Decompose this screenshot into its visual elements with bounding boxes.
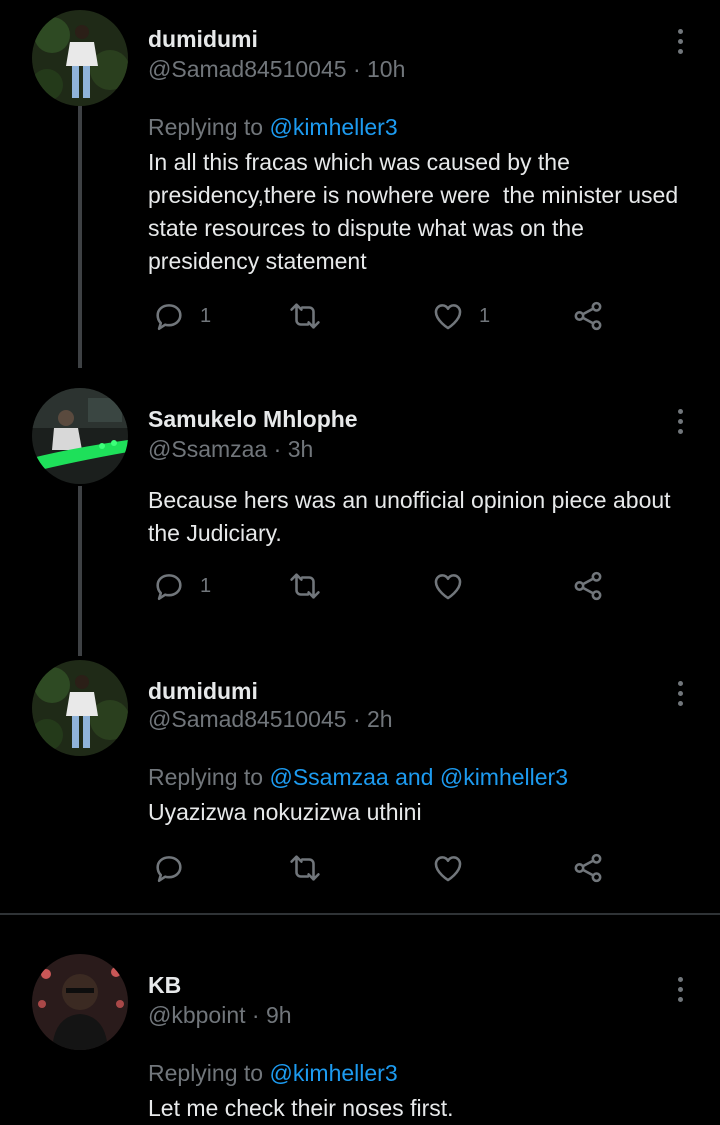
retweet-button[interactable] [288, 850, 322, 886]
reply-button[interactable] [152, 850, 186, 886]
conversation-divider [0, 913, 720, 915]
tweet-3[interactable]: dumidumi @Samad84510045 · 2h Replying to… [0, 652, 720, 914]
display-name[interactable]: Samukelo Mhlophe [148, 406, 358, 433]
reply-icon [156, 574, 182, 601]
replying-to-link[interactable]: @kimheller3 [269, 114, 397, 140]
avatar[interactable] [32, 954, 128, 1050]
handle[interactable]: @Ssamzaa [148, 436, 267, 462]
display-name[interactable]: dumidumi [148, 26, 258, 53]
replying-to-link[interactable]: @Ssamzaa and @kimheller3 [269, 764, 568, 790]
avatar[interactable] [32, 660, 128, 756]
share-icon [574, 853, 602, 883]
share-button[interactable] [571, 850, 605, 886]
replying-to: Replying to @kimheller3 [148, 1060, 398, 1087]
replying-prefix: Replying to [148, 764, 270, 790]
tweet-1[interactable]: dumidumi @Samad84510045 · 10h Replying t… [0, 0, 720, 380]
handle-time: @Samad84510045 · 2h [148, 706, 393, 733]
tweet-2[interactable]: Samukelo Mhlophe @Ssamzaa · 3h Because h… [0, 380, 720, 652]
timestamp[interactable]: 10h [367, 56, 405, 82]
like-button[interactable] [431, 850, 465, 886]
replying-to: Replying to @Ssamzaa and @kimheller3 [148, 764, 568, 791]
reply-icon [156, 304, 182, 331]
more-options-icon[interactable] [668, 678, 692, 708]
replying-prefix: Replying to [148, 1060, 270, 1086]
reply-button[interactable]: 1 [152, 298, 211, 334]
share-button[interactable] [571, 568, 605, 604]
retweet-icon [290, 855, 320, 881]
retweet-icon [290, 303, 320, 329]
replying-to: Replying to @kimheller3 [148, 114, 398, 141]
more-options-icon[interactable] [668, 406, 692, 436]
display-name[interactable]: KB [148, 972, 181, 999]
like-button[interactable] [431, 568, 465, 604]
share-button[interactable] [571, 298, 605, 334]
heart-icon [434, 574, 462, 600]
action-bar: 1 1 [148, 298, 618, 338]
retweet-button[interactable] [288, 298, 322, 334]
action-bar [148, 850, 618, 890]
separator: · [346, 706, 368, 732]
person-photo-icon [32, 388, 128, 484]
heart-icon [434, 856, 462, 882]
reply-button[interactable]: 1 [152, 568, 211, 604]
separator: · [245, 1002, 266, 1028]
replying-to-link[interactable]: @kimheller3 [269, 1060, 397, 1086]
avatar[interactable] [32, 388, 128, 484]
handle[interactable]: @Samad84510045 [148, 706, 347, 732]
display-name[interactable]: dumidumi [148, 678, 258, 705]
handle-time: @Samad84510045 · 10h [148, 56, 405, 83]
reply-icon [156, 856, 182, 883]
action-bar: 1 [148, 568, 618, 608]
retweet-icon [290, 573, 320, 599]
avatar[interactable] [32, 10, 128, 106]
tweet-text: Let me check their noses first. [148, 1095, 454, 1121]
share-icon [574, 301, 602, 331]
share-icon [574, 571, 602, 601]
separator: · [346, 56, 368, 82]
heart-icon [434, 304, 462, 330]
handle[interactable]: @kbpoint [148, 1002, 246, 1028]
person-photo-icon [32, 10, 128, 106]
retweet-button[interactable] [288, 568, 322, 604]
separator: · [267, 436, 288, 462]
like-button[interactable]: 1 [431, 298, 490, 334]
handle-time: @kbpoint · 9h [148, 1002, 292, 1029]
timestamp[interactable]: 9h [266, 1002, 292, 1028]
reply-count: 1 [200, 304, 212, 327]
tweet-4[interactable]: KB @kbpoint · 9h Replying to @kimheller3… [0, 916, 720, 1124]
handle-time: @Ssamzaa · 3h [148, 436, 313, 463]
more-options-icon[interactable] [668, 974, 692, 1004]
tweet-text: Because hers was an unofficial opinion p… [148, 487, 677, 546]
tweet-text: In all this fracas which was caused by t… [148, 149, 685, 274]
handle[interactable]: @Samad84510045 [148, 56, 347, 82]
timestamp[interactable]: 2h [367, 706, 393, 732]
like-count: 1 [479, 304, 491, 327]
reply-count: 1 [200, 574, 212, 597]
more-options-icon[interactable] [668, 26, 692, 56]
tweet-text: Uyazizwa nokuzizwa uthini [148, 799, 422, 825]
person-photo-icon [32, 660, 128, 756]
person-photo-icon [32, 954, 128, 1050]
timestamp[interactable]: 3h [288, 436, 314, 462]
replying-prefix: Replying to [148, 114, 270, 140]
